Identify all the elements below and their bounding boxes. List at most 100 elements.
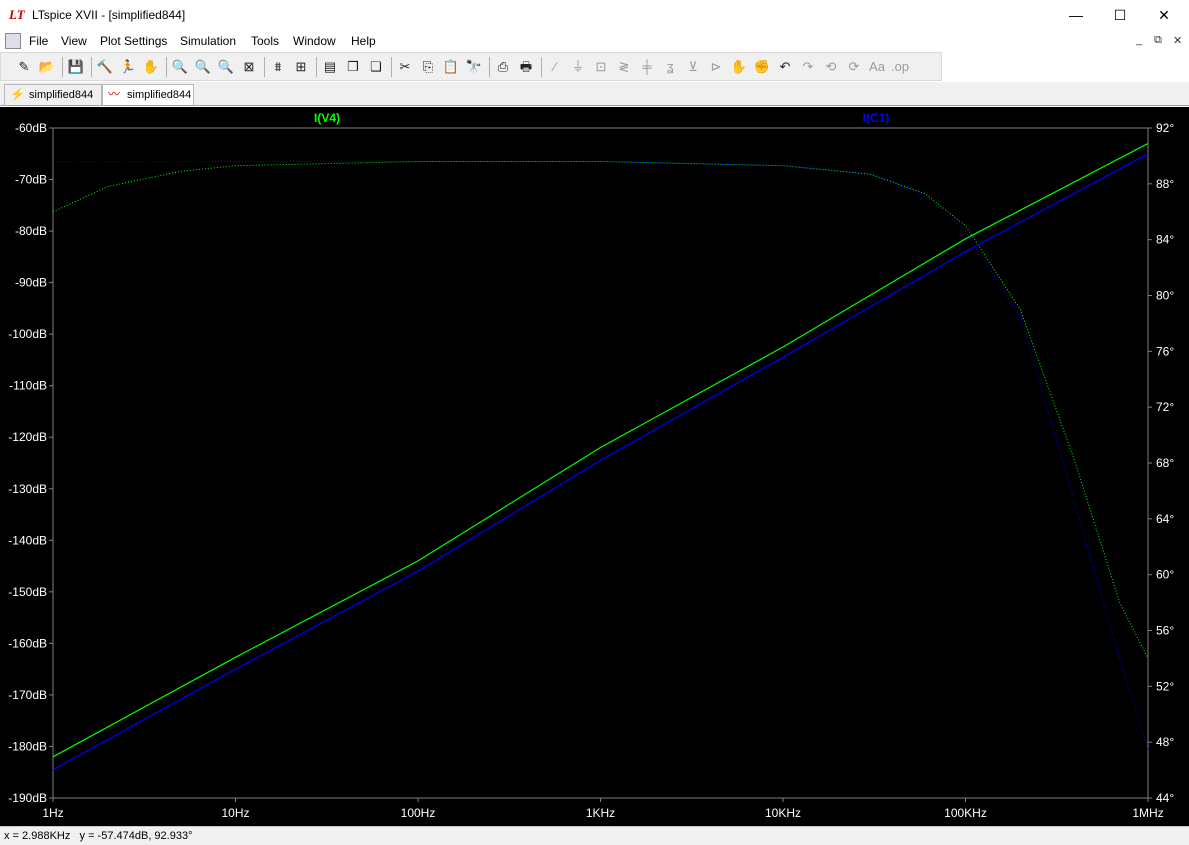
diode-icon[interactable]: ⊻	[684, 58, 702, 76]
capacitor-icon[interactable]: ╪	[638, 58, 656, 76]
y-right-tick-label: 44°	[1156, 791, 1174, 805]
save-icon[interactable]: 💾	[67, 58, 85, 76]
y-right-tick-label: 56°	[1156, 624, 1174, 638]
ground-icon[interactable]: ⏚	[569, 58, 587, 76]
zoom-pan-icon[interactable]: 🔍	[194, 58, 212, 76]
autorange-icon[interactable]: ⩩	[269, 58, 287, 76]
toolbar-separator	[489, 57, 490, 77]
mirror-icon[interactable]: ⟳	[845, 58, 863, 76]
ltspice-logo-icon: LT	[9, 7, 25, 22]
drag-icon[interactable]: ✊	[753, 58, 771, 76]
y-left-tick-label: -130dB	[8, 482, 47, 496]
resistor-icon[interactable]: ≷	[615, 58, 633, 76]
y-right-tick-label: 72°	[1156, 400, 1174, 414]
rotate-icon[interactable]: ⟲	[822, 58, 840, 76]
menu-file[interactable]: File	[29, 34, 48, 48]
mdi-restore-button[interactable]: ⧉	[1154, 34, 1162, 47]
autorange-y-icon[interactable]: ⊞	[292, 58, 310, 76]
tile-vertical-icon[interactable]: ❑	[367, 58, 385, 76]
schematic-icon: ⚡	[10, 87, 25, 101]
y-left-tick-label: -110dB	[9, 379, 47, 393]
cascade-icon[interactable]: ❐	[344, 58, 362, 76]
x-tick-label: 100KHz	[944, 806, 987, 820]
y-left-tick-label: -120dB	[8, 430, 47, 444]
x-tick-label: 1MHz	[1132, 806, 1163, 820]
toolbar-separator	[316, 57, 317, 77]
toolbar-separator	[62, 57, 63, 77]
component-icon[interactable]: ⊳	[707, 58, 725, 76]
menu-simulation[interactable]: Simulation	[180, 34, 236, 48]
undo-icon[interactable]: ↶	[776, 58, 794, 76]
y-right-tick-label: 80°	[1156, 289, 1174, 303]
y-right-tick-label: 48°	[1156, 735, 1174, 749]
window-title: LTspice XVII - [simplified844]	[32, 8, 186, 22]
text-icon[interactable]: Aa	[868, 58, 886, 76]
x-tick-label: 100Hz	[401, 806, 436, 820]
control-panel-icon[interactable]: 🔨	[96, 58, 114, 76]
document-menu-icon[interactable]	[5, 33, 21, 49]
y-left-tick-label: -170dB	[8, 688, 47, 702]
open-icon[interactable]: 📂	[38, 58, 56, 76]
toolbar: ✎ 📂 💾 🔨 🏃 ✋ 🔍 🔍 🔍 ⊠ ⩩ ⊞ ▤ ❐ ❑ ✂ ⎘ 📋 🔭 ⎙ 🖶 ∕ ⏚ ⊡ ≷ ╪ ʓ ⊻ ⊳ ✋ ✊ ↶ ↷ ⟲ ⟳ Aa .op	[0, 52, 942, 81]
zoom-fit-icon[interactable]: ⊠	[240, 58, 258, 76]
toolbar-separator	[91, 57, 92, 77]
trace-phase-i-v4[interactable]	[52, 161, 1149, 659]
zoom-out-icon[interactable]: 🔍	[217, 58, 235, 76]
print-icon[interactable]: 🖶	[517, 58, 535, 76]
y-left-tick-label: -70dB	[15, 173, 47, 187]
halt-icon[interactable]: ✋	[142, 58, 160, 76]
minimize-button[interactable]: —	[1053, 0, 1099, 31]
trace-magnitude-i-c1[interactable]	[52, 153, 1149, 771]
copy-icon[interactable]: ⎘	[419, 58, 437, 76]
legend-i-v4[interactable]: I(V4)	[314, 111, 340, 125]
redo-icon[interactable]: ↷	[799, 58, 817, 76]
y-left-tick-label: -140dB	[8, 533, 47, 547]
y-left-tick-label: -80dB	[15, 224, 47, 238]
draw-wire-icon[interactable]: ∕	[546, 58, 564, 76]
toolbar-separator	[391, 57, 392, 77]
new-schematic-icon[interactable]: ✎	[15, 58, 33, 76]
maximize-button[interactable]: ☐	[1097, 0, 1143, 31]
toolbar-separator	[166, 57, 167, 77]
x-tick-label: 10KHz	[765, 806, 801, 820]
x-tick-label: 1KHz	[586, 806, 615, 820]
inductor-icon[interactable]: ʓ	[661, 58, 679, 76]
tile-horizontal-icon[interactable]: ▤	[321, 58, 339, 76]
find-icon[interactable]: 🔭	[465, 58, 483, 76]
title-bar: LT LTspice XVII - [simplified844] — ☐ ✕	[0, 0, 1189, 31]
y-right-tick-label: 76°	[1156, 344, 1174, 358]
run-icon[interactable]: 🏃	[119, 58, 137, 76]
mdi-close-button[interactable]: ✕	[1173, 34, 1182, 47]
tab-label: simplified844	[29, 89, 94, 101]
menu-bar: File View Plot Settings Simulation Tools…	[0, 31, 1189, 51]
menu-window[interactable]: Window	[293, 34, 336, 48]
paste-icon[interactable]: 📋	[442, 58, 460, 76]
tab-label: simplified844	[127, 89, 192, 101]
plot-frame	[52, 127, 1149, 799]
waveform-icon: 〰	[108, 87, 121, 101]
menu-plot-settings[interactable]: Plot Settings	[100, 34, 167, 48]
tab-schematic[interactable]: ⚡ simplified844	[4, 84, 102, 105]
menu-tools[interactable]: Tools	[251, 34, 279, 48]
print-setup-icon[interactable]: ⎙	[494, 58, 512, 76]
y-right-tick-label: 60°	[1156, 568, 1174, 582]
label-net-icon[interactable]: ⊡	[592, 58, 610, 76]
zoom-in-icon[interactable]: 🔍	[171, 58, 189, 76]
trace-magnitude-i-v4[interactable]	[52, 142, 1149, 758]
bode-plot[interactable]: -60dB -70dB -80dB -90dB -100dB -110dB -120dB -1…	[0, 107, 1189, 826]
close-button[interactable]: ✕	[1141, 0, 1187, 31]
menu-help[interactable]: Help	[351, 34, 376, 48]
y-right-tick-label: 52°	[1156, 679, 1174, 693]
x-tick-label: 10Hz	[221, 806, 249, 820]
tab-waveform[interactable]: 〰 simplified844	[102, 84, 194, 105]
legend-i-c1[interactable]: I(C1)	[863, 111, 890, 125]
trace-phase-i-c1[interactable]	[53, 161, 1149, 750]
menu-view[interactable]: View	[61, 34, 87, 48]
move-icon[interactable]: ✋	[730, 58, 748, 76]
cut-icon[interactable]: ✂	[396, 58, 414, 76]
y-left-tick-label: -150dB	[8, 585, 47, 599]
toolbar-separator	[541, 57, 542, 77]
spice-directive-icon[interactable]: .op	[891, 58, 909, 76]
waveform-plot-pane[interactable]: -60dB -70dB -80dB -90dB -100dB -110dB -120dB -1…	[0, 107, 1189, 826]
mdi-minimize-button[interactable]: _	[1136, 34, 1142, 46]
